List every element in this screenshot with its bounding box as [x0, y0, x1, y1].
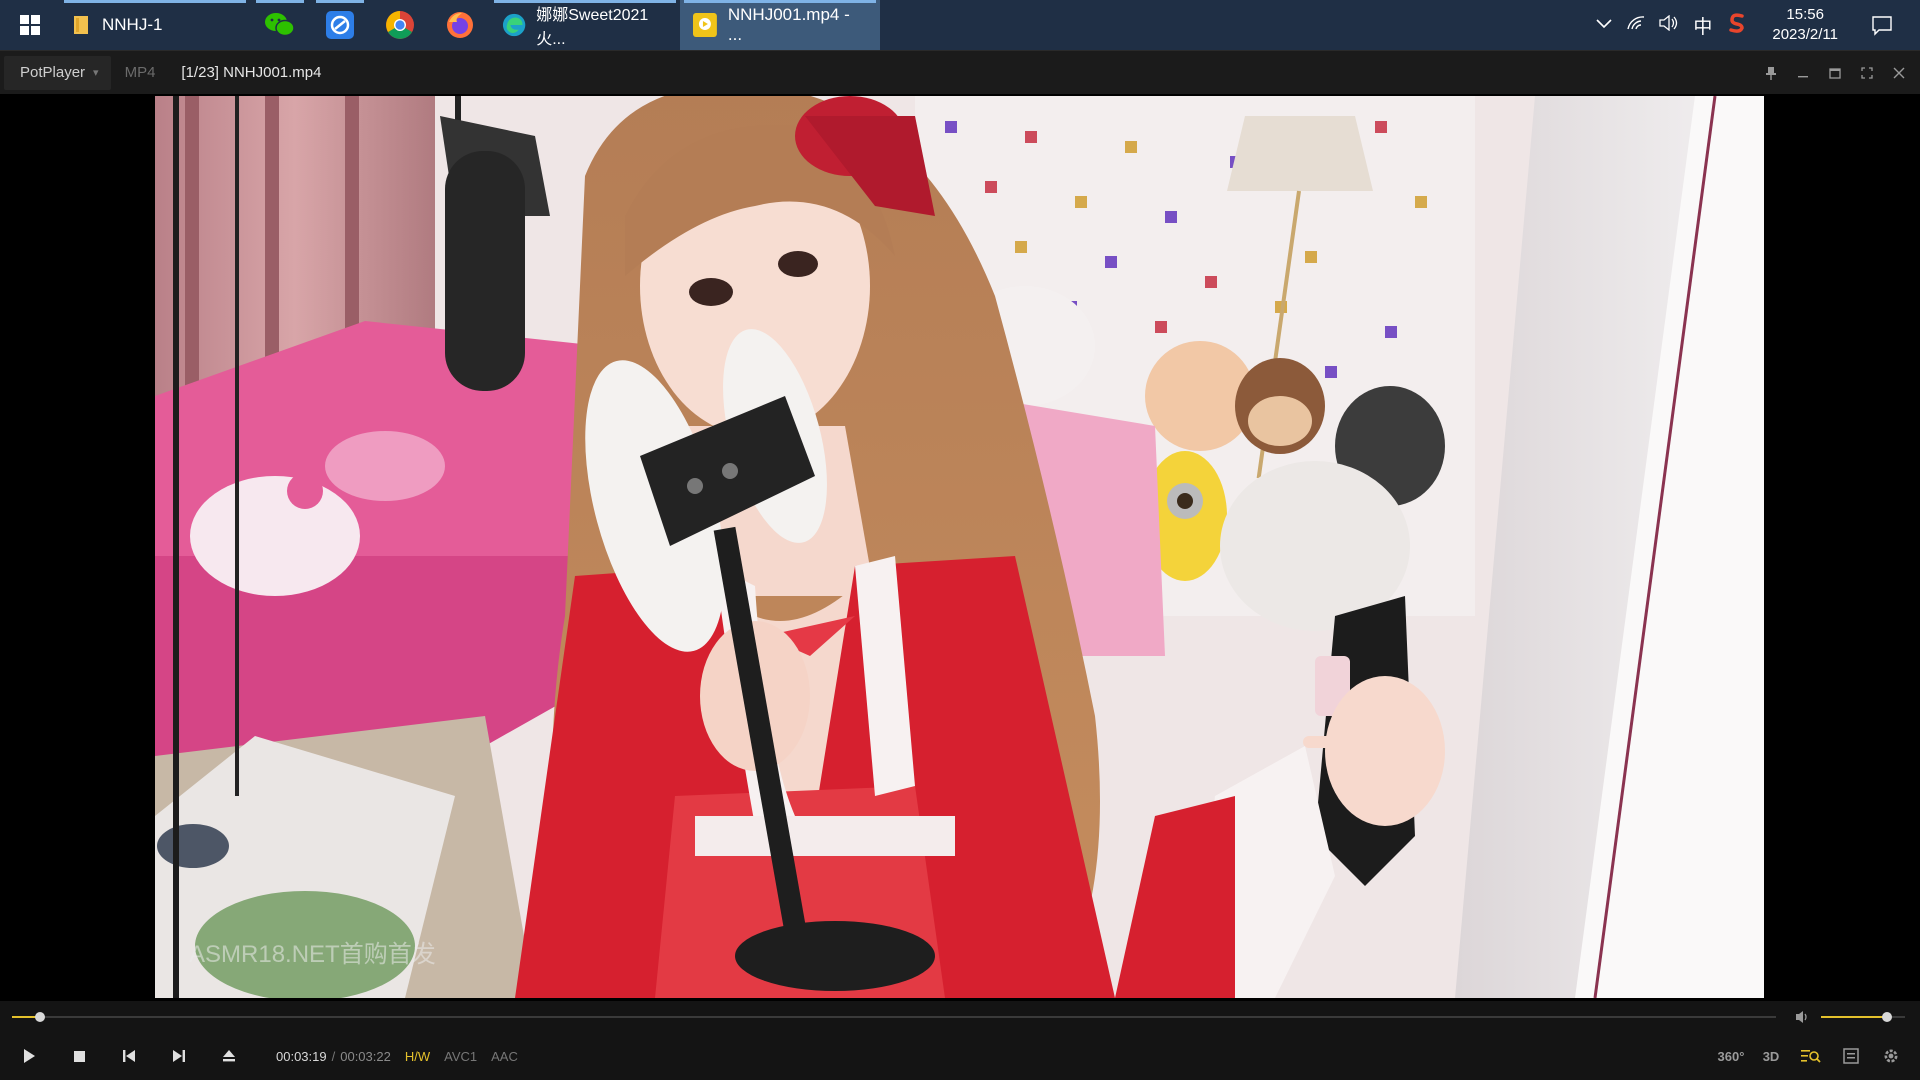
- time-separator: /: [331, 1048, 336, 1064]
- open-file-button[interactable]: [204, 1041, 254, 1071]
- windows-icon: [20, 15, 40, 35]
- taskbar-app-edge[interactable]: 娜娜Sweet2021火...: [490, 0, 680, 50]
- stop-button[interactable]: [54, 1041, 104, 1071]
- chevron-up-icon[interactable]: [1595, 16, 1613, 34]
- notification-button[interactable]: [1862, 0, 1902, 50]
- fullscreen-icon[interactable]: [1854, 60, 1880, 86]
- next-button[interactable]: [154, 1041, 204, 1071]
- taskbar-app-explorer[interactable]: NNHJ-1: [60, 0, 250, 50]
- taskbar: NNHJ-1 娜娜Sweet2021火... NNHJ001.mp4 - ...…: [0, 0, 1920, 50]
- edge-icon: [502, 13, 526, 37]
- video-scene-image: [155, 96, 1764, 998]
- start-button[interactable]: [0, 0, 60, 50]
- chevron-down-icon: ▾: [93, 67, 99, 79]
- playlist-icon: [1843, 1048, 1859, 1064]
- player-title-bar: PotPlayer ▾ MP4 [1/23] NNHJ001.mp4: [0, 50, 1920, 94]
- minimize-icon[interactable]: [1790, 60, 1816, 86]
- taskbar-app-label: 娜娜Sweet2021火...: [536, 7, 649, 48]
- clock-date: 2023/2/11: [1772, 26, 1838, 43]
- skip-previous-icon: [123, 1050, 135, 1062]
- format-label: MP4: [124, 64, 156, 81]
- seek-handle[interactable]: [35, 1012, 46, 1022]
- hw-decode-tag[interactable]: H/W: [405, 1049, 430, 1064]
- taskbar-app-label: NNHJ-1: [102, 15, 163, 34]
- network-icon[interactable]: [1627, 15, 1645, 36]
- speaker-icon[interactable]: [1659, 14, 1679, 36]
- video-watermark: ASMR18.NET首购首发: [189, 941, 436, 968]
- file-title: [1/23] NNHJ001.mp4: [181, 64, 322, 81]
- 3d-button[interactable]: 3D: [1756, 1043, 1786, 1069]
- 360-button[interactable]: 360°: [1716, 1043, 1746, 1069]
- wechat-icon: [265, 13, 295, 37]
- close-icon[interactable]: [1886, 60, 1912, 86]
- potplayer-window: PotPlayer ▾ MP4 [1/23] NNHJ001.mp4 ASMR1…: [0, 50, 1920, 1080]
- video-codec-tag[interactable]: AVC1: [444, 1049, 477, 1064]
- volume-icon[interactable]: [1795, 1010, 1811, 1024]
- potplayer-menu-button[interactable]: PotPlayer ▾: [4, 55, 111, 90]
- stop-icon: [73, 1050, 85, 1062]
- taskbar-app-wechat[interactable]: [250, 0, 310, 50]
- maximize-icon[interactable]: [1822, 60, 1848, 86]
- ime-indicator[interactable]: 中: [1693, 12, 1712, 39]
- taskbar-app-browser[interactable]: [310, 0, 370, 50]
- right-control-buttons: 360° 3D: [1716, 1043, 1920, 1069]
- eject-icon: [223, 1050, 235, 1062]
- taskbar-app-label: NNHJ001.mp4 - ...: [727, 5, 850, 44]
- volume-level: [1821, 1016, 1887, 1018]
- potplayer-icon: [692, 13, 717, 37]
- clock[interactable]: 15:56 2023/2/11: [1772, 5, 1838, 45]
- window-controls: [1758, 60, 1920, 86]
- clock-time: 15:56: [1786, 6, 1824, 23]
- play-button[interactable]: [4, 1041, 54, 1071]
- taskbar-app-chrome[interactable]: [370, 0, 430, 50]
- control-buttons: 00:03:19/00:03:22 H/W AVC1 AAC 360° 3D: [0, 1041, 1920, 1071]
- audio-codec-tag[interactable]: AAC: [491, 1049, 518, 1064]
- volume-handle[interactable]: [1881, 1012, 1892, 1022]
- playlist-button[interactable]: [1836, 1043, 1866, 1069]
- duration-time: 00:03:22: [340, 1048, 391, 1064]
- time-display[interactable]: 00:03:19/00:03:22: [276, 1049, 391, 1064]
- video-area[interactable]: ASMR18.NET首购首发: [0, 94, 1920, 1001]
- taskbar-app-firefox[interactable]: [430, 0, 490, 50]
- sogou-icon[interactable]: [1726, 12, 1748, 39]
- playlist-search-button[interactable]: [1796, 1043, 1826, 1069]
- play-icon: [24, 1049, 35, 1063]
- pin-icon[interactable]: [1758, 60, 1784, 86]
- folder-icon: [74, 16, 88, 34]
- brand-label: PotPlayer: [20, 64, 86, 81]
- volume-slider[interactable]: [1821, 1012, 1905, 1022]
- video-frame: ASMR18.NET首购首发: [155, 96, 1764, 998]
- gear-icon: [1884, 1049, 1898, 1063]
- skip-next-icon: [173, 1050, 185, 1062]
- seek-bar[interactable]: [12, 1008, 1776, 1026]
- previous-button[interactable]: [104, 1041, 154, 1071]
- current-time: 00:03:19: [276, 1048, 327, 1064]
- system-tray: 中 15:56 2023/2/11: [1595, 0, 1920, 50]
- browser-blue-icon: [326, 11, 354, 39]
- chrome-icon: [386, 11, 414, 39]
- volume-control: [1795, 1008, 1905, 1026]
- settings-button[interactable]: [1876, 1043, 1906, 1069]
- firefox-icon: [447, 12, 473, 38]
- control-bar: 00:03:19/00:03:22 H/W AVC1 AAC 360° 3D: [0, 1001, 1920, 1080]
- taskbar-app-potplayer[interactable]: NNHJ001.mp4 - ...: [680, 0, 880, 50]
- playlist-search-icon: [1801, 1050, 1821, 1063]
- notification-icon: [1872, 16, 1892, 36]
